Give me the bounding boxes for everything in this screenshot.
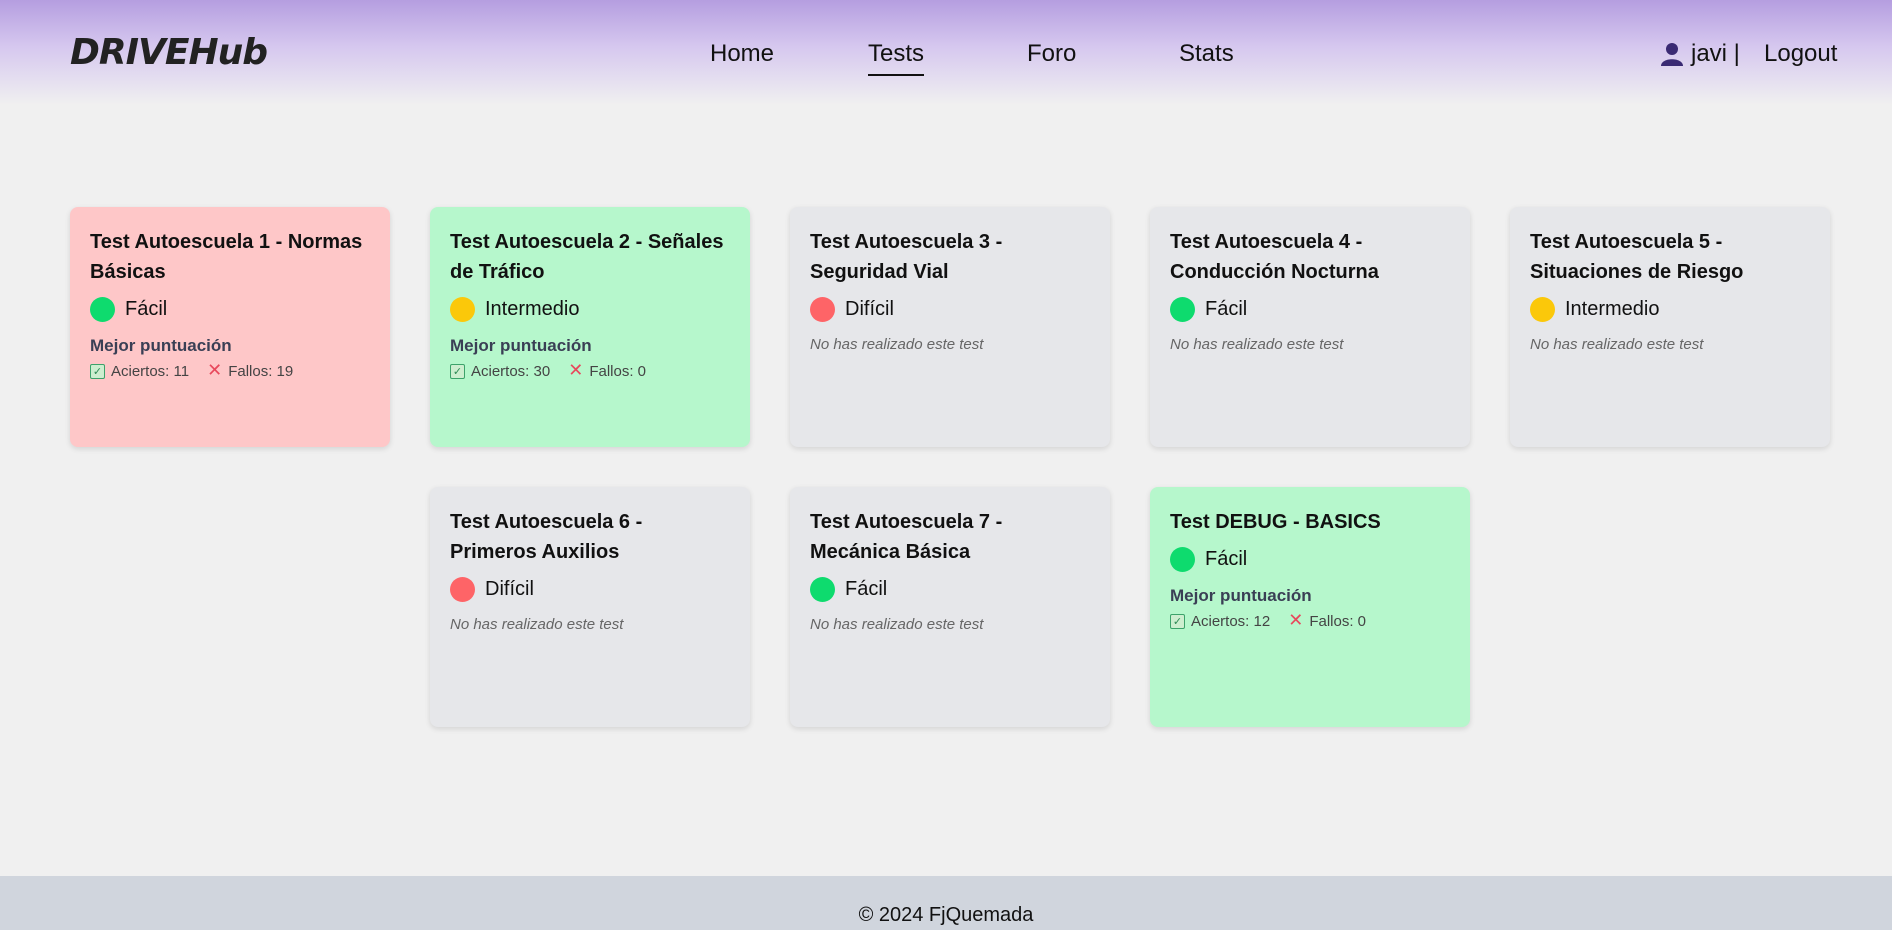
hits-count: Aciertos: 30 bbox=[471, 362, 551, 380]
difficulty: Difícil bbox=[810, 297, 1090, 322]
test-title: Test Autoescuela 1 - Normas Básicas bbox=[90, 231, 363, 283]
check-icon: ✓ bbox=[90, 363, 105, 379]
footer: © 2024 FjQuemada bbox=[0, 876, 1892, 930]
test-card-4[interactable]: Test Autoescuela 4 - Conducción Nocturna… bbox=[1150, 207, 1470, 447]
difficulty: Fácil bbox=[1170, 547, 1450, 572]
difficulty: Fácil bbox=[90, 297, 370, 322]
score-stats: ✓ Aciertos: 30 ✕ Fallos: 0 bbox=[450, 362, 730, 380]
difficulty-intermediate-icon bbox=[1530, 297, 1555, 322]
test-card-3[interactable]: Test Autoescuela 3 - Seguridad Vial Difí… bbox=[790, 207, 1110, 447]
test-title: Test Autoescuela 2 - Señales de Tráfico bbox=[450, 231, 724, 283]
difficulty-label: Fácil bbox=[125, 298, 168, 320]
difficulty-label: Difícil bbox=[485, 578, 534, 600]
test-title: Test Autoescuela 5 - Situaciones de Ries… bbox=[1530, 231, 1744, 283]
difficulty-hard-icon bbox=[450, 577, 475, 602]
cross-icon: ✕ bbox=[1288, 610, 1304, 631]
difficulty-easy-icon bbox=[1170, 297, 1195, 322]
test-title: Test Autoescuela 7 - Mecánica Básica bbox=[810, 511, 1003, 563]
not-done-text: No has realizado este test bbox=[1530, 336, 1704, 353]
copyright: © 2024 FjQuemada bbox=[858, 904, 1034, 926]
check-icon: ✓ bbox=[1170, 613, 1185, 629]
nav-tests[interactable]: Tests bbox=[868, 40, 925, 76]
test-card-7[interactable]: Test Autoescuela 7 - Mecánica Básica Fác… bbox=[790, 487, 1110, 727]
not-done-text: No has realizado este test bbox=[810, 616, 984, 633]
best-score-label: Mejor puntuación bbox=[1170, 586, 1312, 605]
hits-count: Aciertos: 12 bbox=[1191, 612, 1271, 630]
difficulty-easy-icon bbox=[810, 577, 835, 602]
difficulty-easy-icon bbox=[1170, 547, 1195, 572]
difficulty-label: Intermedio bbox=[485, 298, 580, 320]
difficulty: Intermedio bbox=[1530, 297, 1810, 322]
not-done-text: No has realizado este test bbox=[810, 336, 984, 353]
fails-count: Fallos: 19 bbox=[228, 362, 294, 380]
test-title: Test Autoescuela 6 - Primeros Auxilios bbox=[450, 511, 643, 563]
username: javi | bbox=[1691, 40, 1740, 67]
difficulty-label: Intermedio bbox=[1565, 298, 1660, 320]
difficulty: Fácil bbox=[1170, 297, 1450, 322]
score-stats: ✓ Aciertos: 11 ✕ Fallos: 19 bbox=[90, 362, 370, 380]
not-done-text: No has realizado este test bbox=[450, 616, 624, 633]
hits-count: Aciertos: 11 bbox=[111, 362, 190, 380]
header: DriveHub Home Tests Foro Stats javi | Lo… bbox=[0, 0, 1892, 105]
difficulty: Fácil bbox=[810, 577, 1090, 602]
fails-count: Fallos: 0 bbox=[1309, 612, 1367, 630]
difficulty-easy-icon bbox=[90, 297, 115, 322]
test-card-2[interactable]: Test Autoescuela 2 - Señales de Tráfico … bbox=[430, 207, 750, 447]
nav-foro[interactable]: Foro bbox=[1027, 40, 1076, 74]
difficulty: Difícil bbox=[450, 577, 730, 602]
cross-icon: ✕ bbox=[207, 360, 223, 381]
test-title: Test Autoescuela 3 - Seguridad Vial bbox=[810, 231, 1003, 283]
user-icon bbox=[1661, 43, 1683, 66]
difficulty-hard-icon bbox=[810, 297, 835, 322]
user-menu[interactable]: javi | bbox=[1661, 40, 1740, 68]
test-card-5[interactable]: Test Autoescuela 5 - Situaciones de Ries… bbox=[1510, 207, 1830, 447]
nav-stats[interactable]: Stats bbox=[1179, 40, 1234, 74]
not-done-text: No has realizado este test bbox=[1170, 336, 1344, 353]
difficulty-intermediate-icon bbox=[450, 297, 475, 322]
main-nav: Home Tests Foro Stats bbox=[0, 40, 1892, 76]
test-title: Test DEBUG - BASICS bbox=[1170, 511, 1381, 533]
fails-count: Fallos: 0 bbox=[589, 362, 647, 380]
test-card-debug[interactable]: Test DEBUG - BASICS Fácil Mejor puntuaci… bbox=[1150, 487, 1470, 727]
cross-icon: ✕ bbox=[568, 360, 584, 381]
difficulty: Intermedio bbox=[450, 297, 730, 322]
nav-home[interactable]: Home bbox=[710, 40, 774, 74]
test-title: Test Autoescuela 4 - Conducción Nocturna bbox=[1170, 231, 1379, 283]
logout-button[interactable]: Logout bbox=[1764, 40, 1837, 68]
test-card-6[interactable]: Test Autoescuela 6 - Primeros Auxilios D… bbox=[430, 487, 750, 727]
difficulty-label: Fácil bbox=[845, 578, 888, 600]
best-score-label: Mejor puntuación bbox=[450, 336, 592, 355]
check-icon: ✓ bbox=[450, 363, 465, 379]
best-score-label: Mejor puntuación bbox=[90, 336, 232, 355]
difficulty-label: Fácil bbox=[1205, 548, 1248, 570]
difficulty-label: Difícil bbox=[845, 298, 894, 320]
test-card-1[interactable]: Test Autoescuela 1 - Normas Básicas Fáci… bbox=[70, 207, 390, 447]
difficulty-label: Fácil bbox=[1205, 298, 1248, 320]
score-stats: ✓ Aciertos: 12 ✕ Fallos: 0 bbox=[1170, 612, 1450, 630]
